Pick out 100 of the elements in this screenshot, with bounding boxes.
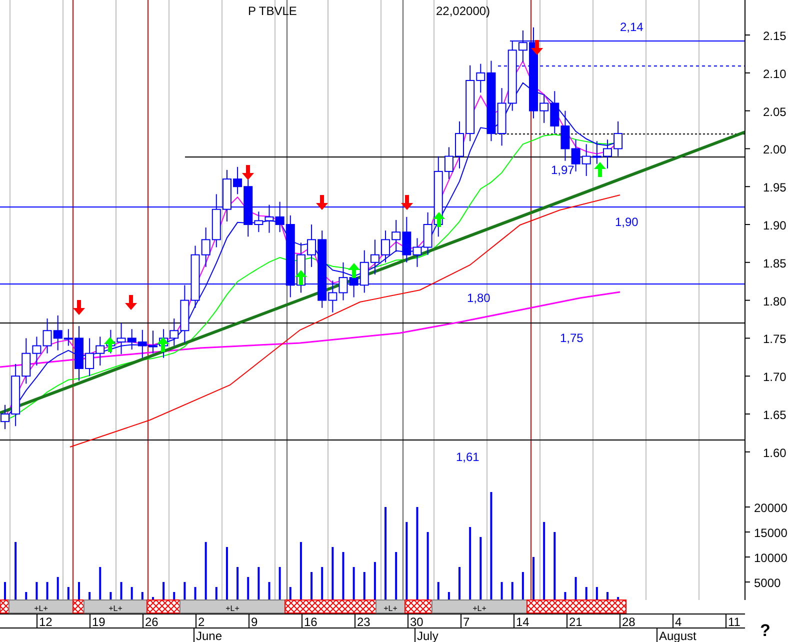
candlestick xyxy=(138,329,147,358)
up-arrow-icon xyxy=(104,337,116,352)
candlestick xyxy=(42,318,52,354)
volume-bar xyxy=(374,562,376,600)
volume-bar xyxy=(215,587,218,600)
price-axis-label: 1.60 xyxy=(763,446,786,460)
date-label: 14 xyxy=(516,615,530,629)
down-arrow-icon xyxy=(316,195,328,210)
candlestick xyxy=(370,239,380,276)
candlestick xyxy=(497,88,506,146)
volume-bar xyxy=(204,542,207,600)
volume-bar xyxy=(500,582,503,600)
price-axis-label: 1.85 xyxy=(763,256,786,270)
volume-bar xyxy=(448,592,450,600)
month-label: June xyxy=(196,629,222,642)
volume-axis-label: 20000 xyxy=(754,501,788,515)
volume-axis-label: 10000 xyxy=(754,551,788,565)
volume-bar xyxy=(437,582,440,600)
volume-bar xyxy=(99,567,102,600)
volume-bar xyxy=(395,552,398,600)
volume-bar xyxy=(36,582,38,600)
level-label: 1,75 xyxy=(560,331,584,345)
volume-bar xyxy=(585,587,588,600)
period-label: +L+ xyxy=(384,604,398,613)
volume-bar xyxy=(310,572,313,600)
candlestick xyxy=(148,330,158,354)
volume-bar xyxy=(300,542,302,600)
candlestick xyxy=(455,120,464,169)
candlestick xyxy=(264,204,274,234)
volume-bar xyxy=(289,587,292,600)
candlestick xyxy=(74,326,84,382)
period-label: +L+ xyxy=(108,604,122,613)
date-label: 12 xyxy=(39,615,52,629)
volume-bar xyxy=(67,587,70,600)
volume-bar xyxy=(110,592,112,600)
volume-bar xyxy=(332,547,334,600)
price-axis-label: 1.90 xyxy=(763,218,786,232)
volume-bar xyxy=(173,592,176,600)
candlestick xyxy=(338,262,348,301)
date-label: 28 xyxy=(622,615,636,629)
price-axis-label: 2.00 xyxy=(763,142,786,157)
volume-bar xyxy=(14,542,17,600)
date-label: 9 xyxy=(251,615,258,629)
level-label: 1,90 xyxy=(615,215,638,229)
level-label: 1,80 xyxy=(467,291,490,305)
volume-bar xyxy=(88,592,91,600)
up-arrow-icon xyxy=(157,337,169,352)
candlestick xyxy=(222,169,232,222)
help-icon[interactable]: ? xyxy=(760,621,770,640)
volume-axis-label: 5000 xyxy=(754,576,781,590)
volume-bar xyxy=(184,582,186,600)
price-axis-label: 1.75 xyxy=(763,332,786,346)
candlestick xyxy=(96,336,105,366)
level-label: 2,14 xyxy=(620,20,644,34)
down-arrow-icon xyxy=(73,300,85,315)
price-axis-label: 1.70 xyxy=(763,370,786,384)
volume-bar xyxy=(46,582,48,600)
up-arrow-icon xyxy=(433,212,445,227)
date-label: 4 xyxy=(675,615,682,629)
volume-bar xyxy=(25,592,28,600)
volume-bar xyxy=(120,582,122,600)
down-arrow-icon xyxy=(401,195,413,210)
period-label: +L+ xyxy=(226,604,240,613)
level-label: 1,97 xyxy=(551,163,574,177)
period-label: +L+ xyxy=(472,604,486,613)
volume-bar xyxy=(522,572,524,600)
chart-title: 22,02000) xyxy=(436,4,490,18)
up-arrow-icon xyxy=(295,270,307,285)
volume-bar xyxy=(363,572,366,600)
volume-bar xyxy=(236,567,239,600)
volume-bar xyxy=(596,587,598,600)
volume-bar xyxy=(226,547,228,600)
volume-bar xyxy=(141,592,144,600)
candlestick xyxy=(381,230,390,263)
date-label: 11 xyxy=(728,615,740,629)
date-label: 19 xyxy=(92,615,106,629)
volume-bar xyxy=(342,552,344,600)
level-label: 1,61 xyxy=(456,450,480,464)
date-label: 23 xyxy=(357,615,370,629)
volume-bar xyxy=(130,587,133,600)
candlestick xyxy=(582,144,591,176)
candlestick xyxy=(85,338,94,377)
date-label: 26 xyxy=(145,615,158,629)
volume-axis-label: 15000 xyxy=(754,526,788,540)
price-axis-label: 2.05 xyxy=(763,104,786,119)
volume-bar xyxy=(574,577,577,600)
volume-bar xyxy=(352,567,355,600)
volume-bar xyxy=(268,582,270,600)
period-label: +L+ xyxy=(34,604,48,613)
date-label: 2 xyxy=(198,615,205,629)
candlestick xyxy=(592,140,602,164)
volume-bar xyxy=(554,532,556,600)
volume-bar xyxy=(247,577,250,600)
price-axis-label: 1.95 xyxy=(763,180,786,195)
price-axis-label: 2.15 xyxy=(763,29,786,43)
up-arrow-icon xyxy=(594,162,606,177)
candlestick xyxy=(603,139,612,169)
volume-bar xyxy=(194,587,196,600)
candlestick xyxy=(614,120,623,157)
volume-bar xyxy=(511,582,514,600)
